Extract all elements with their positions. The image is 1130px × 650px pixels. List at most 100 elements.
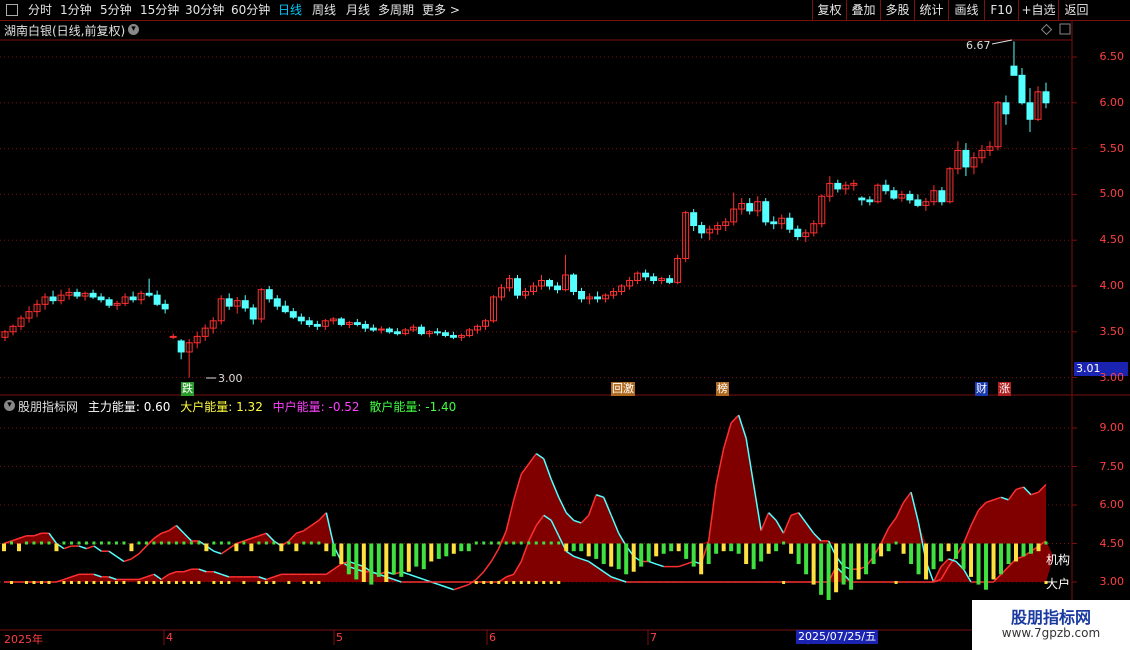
jigou-line	[153, 532, 162, 539]
period-tab-3[interactable]: 15分钟	[140, 2, 179, 18]
period-tab-2[interactable]: 5分钟	[100, 2, 132, 18]
candle-body	[177, 340, 185, 353]
dahu-line	[153, 573, 162, 581]
jigou-line	[423, 578, 432, 583]
energy-bar	[47, 541, 51, 545]
toolbar-button-0[interactable]: 复权	[812, 0, 846, 20]
jigou-line	[933, 578, 942, 583]
toolbar-button-1[interactable]: 叠加	[846, 0, 880, 20]
energy-bar	[819, 543, 824, 595]
candle-body	[233, 300, 241, 307]
energy-bar	[197, 581, 201, 584]
dahu-line	[348, 560, 357, 565]
candle-body	[201, 327, 209, 337]
energy-bar	[999, 543, 1004, 575]
candle-body	[337, 318, 345, 325]
jigou-line	[790, 511, 799, 516]
energy-bar	[961, 543, 966, 570]
energy-bar	[309, 581, 313, 584]
dahu-line	[843, 573, 852, 583]
jigou-line	[843, 565, 852, 570]
jigou-line	[371, 571, 380, 576]
energy-bar	[287, 581, 291, 584]
toolbar-button-4[interactable]: 画线	[948, 0, 984, 20]
energy-bar	[204, 543, 209, 552]
jigou-line	[745, 438, 755, 485]
event-marker[interactable]: 榜	[716, 382, 729, 396]
candle-body	[834, 182, 842, 190]
jigou-line	[543, 458, 552, 480]
candle-body	[634, 272, 642, 282]
jigou-line	[902, 491, 912, 503]
candle-body	[273, 298, 281, 307]
jigou-line	[408, 573, 417, 578]
energy-bar	[324, 543, 329, 552]
candle-body	[185, 342, 193, 353]
candle-body	[818, 195, 826, 225]
indicator-dropdown-icon[interactable]: ▾	[4, 400, 15, 411]
toolbar-button-7[interactable]: 返回	[1058, 0, 1094, 20]
energy-bar	[212, 541, 216, 545]
period-tab-5[interactable]: 60分钟	[231, 2, 270, 18]
energy-bar	[609, 543, 614, 567]
jigou-line	[887, 517, 897, 529]
event-marker[interactable]: 跌	[181, 382, 194, 396]
event-marker[interactable]: 财	[975, 382, 988, 396]
candle-body	[1, 331, 9, 338]
period-tab-0[interactable]: 分时	[28, 2, 52, 18]
dahu-line	[333, 563, 342, 570]
candle-body	[602, 294, 610, 300]
energy-bar	[909, 543, 914, 565]
energy-bar	[84, 541, 88, 545]
jigou-line	[925, 561, 935, 583]
jigou-line	[1000, 496, 1009, 501]
jigou-line	[1037, 483, 1047, 493]
toolbar-button-6[interactable]: +自选	[1018, 0, 1058, 20]
energy-bar	[451, 543, 456, 554]
energy-bar	[871, 543, 876, 565]
date-cursor-label: 2025/07/25/五	[796, 630, 879, 644]
energy-bar	[414, 543, 419, 567]
energy-bar	[557, 541, 561, 545]
energy-bar	[976, 543, 981, 585]
jigou-line	[296, 529, 305, 534]
dahu-line	[610, 576, 619, 581]
energy-bar	[144, 581, 148, 584]
dahu-line	[168, 571, 177, 576]
toolbar-button-3[interactable]: 统计	[914, 0, 948, 20]
grid-menu-icon[interactable]	[6, 4, 18, 16]
candle-body	[313, 323, 321, 327]
toolbar-button-5[interactable]: F10	[984, 0, 1018, 20]
energy-bar	[429, 543, 434, 562]
energy-bar	[482, 541, 486, 545]
period-tab-7[interactable]: 周线	[312, 2, 336, 18]
energy-bar	[227, 541, 231, 545]
candle-body	[594, 296, 602, 300]
period-tab-1[interactable]: 1分钟	[60, 2, 92, 18]
candlestick-chart[interactable]: 6.67 3.00	[0, 0, 1130, 650]
toolbar-button-2[interactable]: 多股	[880, 0, 914, 20]
candle-body	[409, 326, 417, 331]
energy-bar	[894, 581, 898, 584]
energy-bar	[227, 581, 231, 584]
jigou-line	[595, 494, 604, 499]
jigou-line	[123, 558, 132, 563]
candle-body	[906, 193, 914, 201]
energy-bar	[736, 543, 741, 554]
candle-body	[866, 199, 874, 203]
energy-bar	[182, 581, 186, 584]
energy-bar	[354, 543, 359, 580]
period-tab-6[interactable]: 日线	[278, 2, 302, 18]
event-marker[interactable]: 涨	[998, 382, 1011, 396]
candle-body	[369, 327, 377, 331]
period-tab-10[interactable]: 更多 >	[422, 2, 460, 18]
period-tab-4[interactable]: 30分钟	[185, 2, 224, 18]
chevron-down-icon[interactable]: ▾	[128, 24, 139, 35]
energy-bar	[47, 581, 51, 584]
energy-bar	[444, 543, 449, 557]
energy-bar	[54, 543, 59, 552]
event-marker[interactable]: 回激	[611, 382, 635, 396]
period-tab-8[interactable]: 月线	[346, 2, 370, 18]
period-tab-9[interactable]: 多周期	[378, 2, 414, 18]
candle-body	[986, 146, 994, 151]
